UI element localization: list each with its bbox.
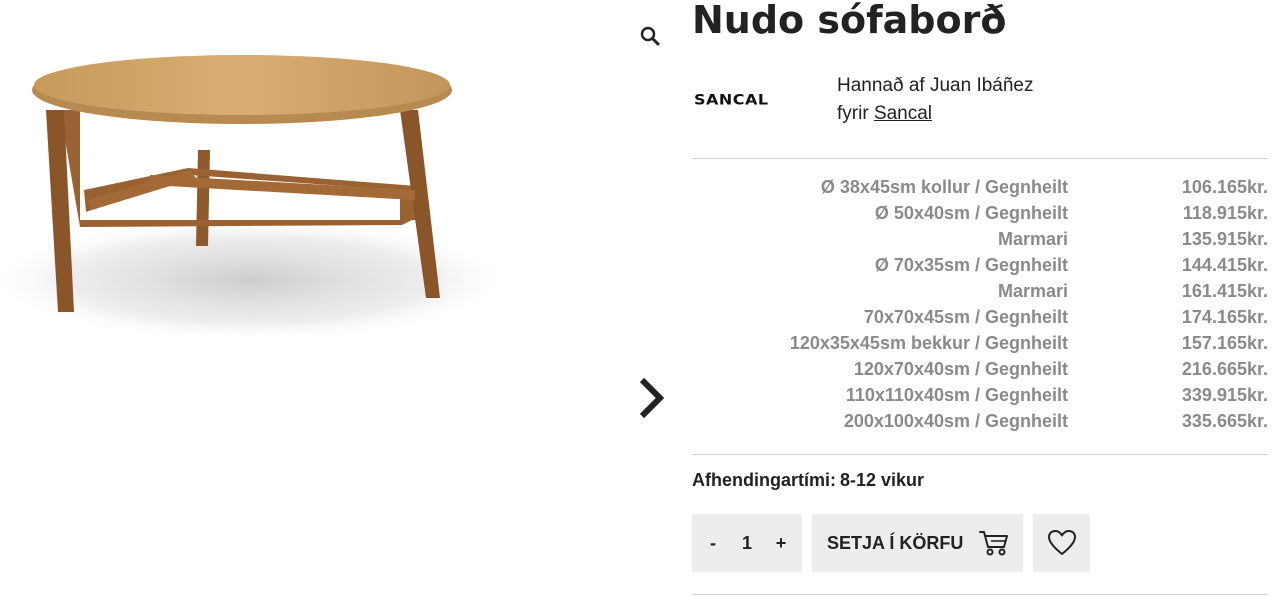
delivery-label: Afhendingartími: bbox=[692, 470, 836, 490]
product-gallery bbox=[0, 0, 680, 608]
variant-label: Ø 38x45sm kollur / Gegnheilt bbox=[820, 177, 1068, 197]
delivery-time: Afhendingartími: 8-12 vikur bbox=[692, 470, 924, 491]
cart-icon bbox=[979, 531, 1008, 556]
add-to-cart-button[interactable]: SETJA Í KÖRFU bbox=[812, 514, 1023, 572]
brand-line: fyrir Sancal bbox=[837, 100, 1034, 128]
product-title: Nudo sófaborð bbox=[692, 0, 1007, 42]
variant-label: 110x110x40sm / Gegnheilt bbox=[845, 385, 1068, 405]
variant-row[interactable]: 70x70x45sm / Gegnheilt 174.165kr. bbox=[692, 304, 1268, 330]
divider bbox=[692, 454, 1268, 455]
next-image-button[interactable] bbox=[636, 376, 668, 420]
variant-price: 339.915kr. bbox=[1181, 385, 1268, 405]
variant-row[interactable]: Marmari 135.915kr. bbox=[692, 226, 1268, 252]
designer-name: Hannað af Juan Ibáñez bbox=[837, 75, 1034, 96]
variant-price: 118.915kr. bbox=[1182, 203, 1268, 223]
variant-label: 120x35x45sm bekkur / Gegnheilt bbox=[789, 333, 1068, 353]
variant-row[interactable]: Marmari 161.415kr. bbox=[692, 278, 1268, 304]
variant-list: Ø 38x45sm kollur / Gegnheilt 106.165kr. … bbox=[692, 174, 1268, 434]
variant-label: Marmari bbox=[997, 281, 1068, 301]
increase-quantity-button[interactable]: + bbox=[770, 533, 792, 554]
quantity-value[interactable]: 1 bbox=[727, 533, 767, 554]
variant-row[interactable]: Ø 38x45sm kollur / Gegnheilt 106.165kr. bbox=[692, 174, 1268, 200]
variant-row[interactable]: 110x110x40sm / Gegnheilt 339.915kr. bbox=[692, 382, 1268, 408]
variant-label: Marmari bbox=[997, 229, 1068, 249]
variant-price: 216.665kr. bbox=[1181, 359, 1268, 379]
variant-price: 144.415kr. bbox=[1181, 255, 1268, 275]
divider bbox=[692, 594, 1268, 595]
designer-info: Hannað af Juan Ibáñez fyrir Sancal bbox=[837, 72, 1034, 128]
delivery-value: 8-12 vikur bbox=[840, 470, 925, 490]
variant-label: 200x100x40sm / Gegnheilt bbox=[843, 411, 1068, 431]
variant-row[interactable]: 120x70x40sm / Gegnheilt 216.665kr. bbox=[692, 356, 1268, 382]
variant-row[interactable]: Ø 70x35sm / Gegnheilt 144.415kr. bbox=[692, 252, 1268, 278]
wishlist-button[interactable] bbox=[1033, 514, 1090, 572]
zoom-button[interactable] bbox=[638, 24, 662, 48]
variant-price: 174.165kr. bbox=[1181, 307, 1268, 327]
variant-price: 335.665kr. bbox=[1181, 411, 1268, 431]
heart-icon bbox=[1047, 530, 1076, 555]
divider bbox=[692, 158, 1268, 159]
variant-row[interactable]: 120x35x45sm bekkur / Gegnheilt 157.165kr… bbox=[692, 330, 1268, 356]
quantity-stepper: - 1 + bbox=[692, 514, 802, 572]
variant-price: 106.165kr. bbox=[1181, 177, 1268, 197]
brand-prefix: fyrir bbox=[837, 103, 869, 124]
variant-price: 161.415kr. bbox=[1181, 281, 1268, 301]
variant-label: 70x70x45sm / Gegnheilt bbox=[863, 307, 1068, 327]
variant-row[interactable]: 200x100x40sm / Gegnheilt 335.665kr. bbox=[692, 408, 1268, 434]
variant-price: 135.915kr. bbox=[1181, 229, 1268, 249]
variant-label: Ø 70x35sm / Gegnheilt bbox=[874, 255, 1068, 275]
add-to-cart-label: SETJA Í KÖRFU bbox=[827, 532, 964, 553]
variant-label: Ø 50x40sm / Gegnheilt bbox=[874, 203, 1068, 223]
brand-link[interactable]: Sancal bbox=[874, 103, 932, 124]
chevron-right-icon bbox=[639, 377, 665, 419]
search-icon bbox=[640, 26, 660, 46]
product-image bbox=[0, 55, 510, 342]
variant-price: 157.165kr. bbox=[1181, 333, 1268, 353]
variant-row[interactable]: Ø 50x40sm / Gegnheilt 118.915kr. bbox=[692, 200, 1268, 226]
variant-label: 120x70x40sm / Gegnheilt bbox=[853, 359, 1068, 379]
decrease-quantity-button[interactable]: - bbox=[702, 533, 724, 554]
brand-logo: SANCAL bbox=[694, 90, 769, 109]
